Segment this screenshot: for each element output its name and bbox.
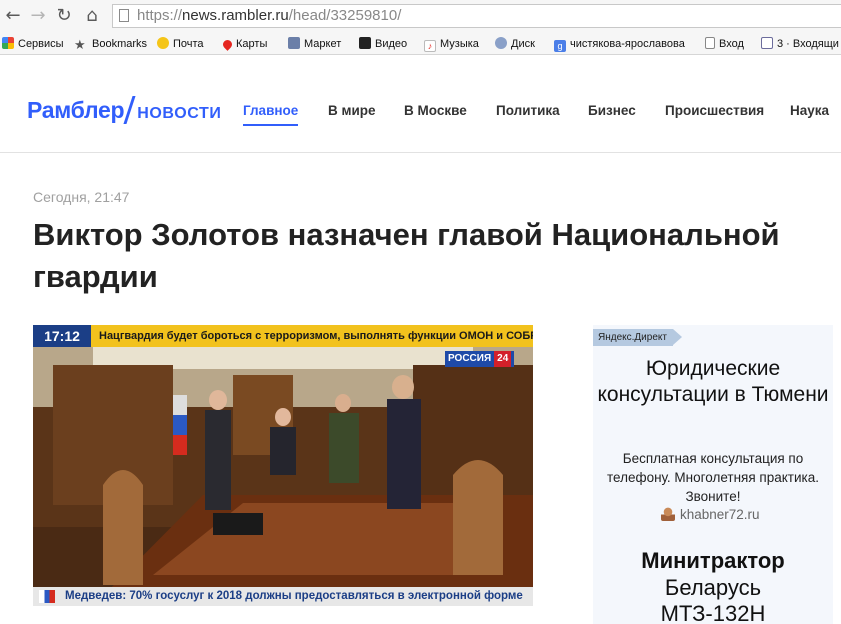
nav-world[interactable]: В мире: [328, 103, 376, 118]
bookmark-inbox[interactable]: 3 · Входящи: [761, 36, 839, 52]
ad-domain-text: khabner72.ru: [680, 507, 760, 522]
url-scheme: https://: [137, 7, 183, 24]
bookmark-maps[interactable]: Карты: [221, 36, 268, 52]
url-host: news.rambler.ru: [182, 7, 289, 24]
star-icon: ★: [74, 37, 86, 52]
ad-title[interactable]: Юридические консультации в Тюмени: [593, 356, 833, 408]
channel-logo: РОССИЯ 24: [445, 351, 515, 367]
bookmark-music[interactable]: ♪ Музыка: [424, 36, 479, 52]
person-icon: [661, 507, 675, 521]
ad-domain[interactable]: khabner72.ru: [661, 507, 760, 522]
google-icon: g: [554, 40, 566, 52]
channel-number: 24: [494, 351, 512, 367]
bookmark-services[interactable]: Сервисы: [2, 36, 64, 52]
article-video[interactable]: 17:12 Нацгвардия будет бороться с террор…: [33, 325, 533, 606]
nav-business[interactable]: Бизнес: [588, 103, 636, 118]
home-icon[interactable]: ⌂: [81, 5, 103, 27]
bookmark-mail[interactable]: Почта: [157, 36, 204, 52]
channel-name: РОССИЯ: [448, 353, 492, 364]
bookmark-label: Маркет: [304, 38, 342, 50]
bookmark-disk[interactable]: Диск: [495, 36, 535, 52]
bookmarks-bar: Сервисы ★ Bookmarks Почта Карты Маркет Ви…: [0, 33, 841, 55]
browser-toolbar: ← → ↻ ⌂ https://news.rambler.ru/head/332…: [0, 0, 841, 33]
video-top-ticker-text: Нацгвардия будет бороться с терроризмом,…: [91, 325, 533, 347]
address-bar[interactable]: https://news.rambler.ru/head/33259810/: [112, 4, 841, 28]
ad2-title[interactable]: Минитрактор: [593, 548, 833, 574]
bookmark-label: Диск: [511, 38, 535, 50]
music-icon: ♪: [424, 40, 436, 52]
forward-arrow-icon[interactable]: →: [27, 5, 49, 27]
nav-main[interactable]: Главное: [243, 103, 299, 126]
bookmark-label: Карты: [236, 38, 268, 50]
bookmark-market[interactable]: Маркет: [288, 36, 341, 52]
ad2-subtitle: Беларусь МТЗ-132Н: [660, 575, 766, 624]
bookmark-label: Bookmarks: [92, 38, 148, 50]
map-pin-icon: [221, 38, 234, 51]
rambler-logo[interactable]: Рамблер НОВОСТИ: [27, 96, 221, 124]
url-path: /head/33259810/: [288, 7, 402, 24]
video-bottom-ticker: Медведев: 70% госуслуг к 2018 должны пре…: [33, 587, 533, 606]
video-clock: 17:12: [33, 325, 91, 347]
nav-politics[interactable]: Политика: [496, 103, 560, 118]
bookmark-label: 3 · Входящи: [777, 38, 839, 50]
bookmark-bookmarks[interactable]: ★ Bookmarks: [74, 36, 147, 52]
logo-slash-icon: [123, 96, 136, 124]
article-headline: Виктор Золотов назначен главой Националь…: [33, 217, 780, 294]
nav-science[interactable]: Наука: [790, 103, 829, 118]
site-header: Рамблер НОВОСТИ Главное В мире В Москве П…: [0, 70, 841, 153]
logo-section: НОВОСТИ: [137, 105, 222, 122]
bookmark-label: Вход: [719, 38, 744, 50]
bookmark-label: Видео: [375, 38, 408, 50]
ad-label: Яндекс.Директ: [593, 329, 682, 346]
article-timestamp: Сегодня, 21:47: [33, 189, 130, 205]
bookmark-video[interactable]: Видео: [359, 36, 407, 52]
bookmark-label: Почта: [173, 38, 204, 50]
inbox-icon: [761, 37, 773, 49]
page-icon: [119, 9, 129, 22]
nav-moscow[interactable]: В Москве: [404, 103, 467, 118]
logo-brand: Рамблер: [27, 97, 125, 123]
page-icon: [705, 37, 715, 49]
disk-icon: [495, 37, 507, 49]
apps-grid-icon: [2, 37, 14, 49]
mail-smiley-icon: [157, 37, 169, 49]
video-frame-image: [33, 325, 533, 606]
bookmark-label: Сервисы: [18, 38, 64, 50]
bookmark-label: чистякова-ярославова: [570, 38, 685, 50]
reload-icon[interactable]: ↻: [53, 5, 75, 27]
url-text[interactable]: https://news.rambler.ru/head/33259810/: [137, 7, 401, 24]
video-top-ticker: 17:12 Нацгвардия будет бороться с террор…: [33, 325, 533, 347]
yandex-direct-ad[interactable]: Яндекс.Директ Юридические консультации в…: [593, 325, 833, 624]
bookmark-label: Музыка: [440, 38, 479, 50]
market-icon: [288, 37, 300, 49]
bookmark-google[interactable]: g чистякова-ярославова: [554, 36, 685, 52]
video-icon: [359, 37, 371, 49]
back-arrow-icon[interactable]: ←: [2, 5, 24, 27]
ad-text: Бесплатная консультация по телефону. Мно…: [606, 451, 819, 504]
nav-incidents[interactable]: Происшествия: [665, 103, 764, 118]
bookmark-login[interactable]: Вход: [705, 36, 744, 52]
